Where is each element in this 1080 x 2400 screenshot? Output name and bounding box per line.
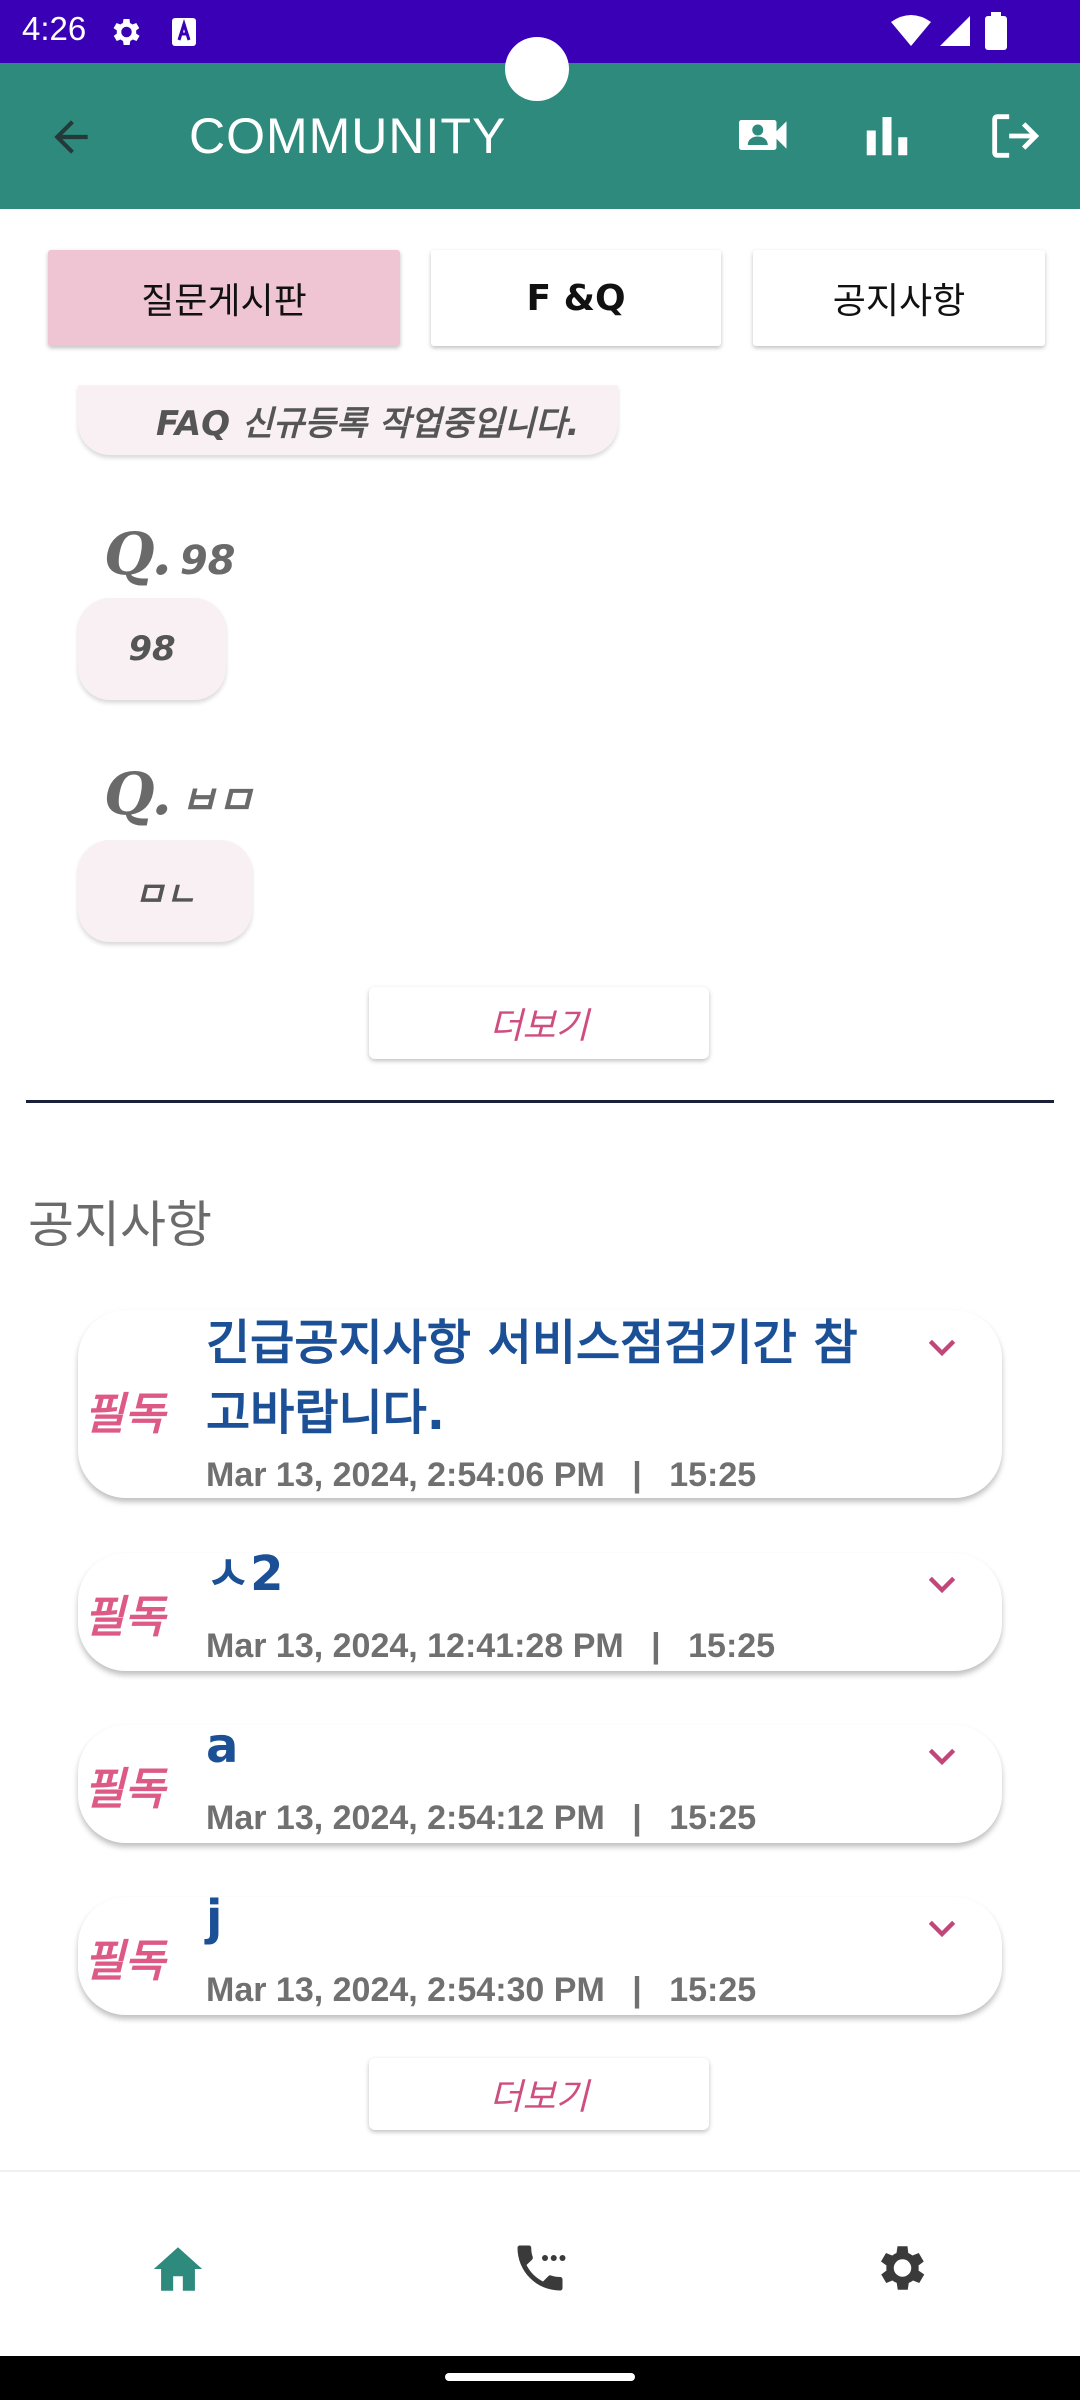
- notice-card[interactable]: 필독 긴급공지사항 서비스점검기간 참고바랍니다. Mar 13, 2024, …: [78, 1310, 1002, 1498]
- status-time: 4:26: [22, 10, 87, 47]
- chevron-down-icon[interactable]: [922, 1565, 962, 1605]
- faq-answer-text: FAQ 신규등록 작업중입니다.: [156, 403, 580, 444]
- phone-icon[interactable]: [510, 2238, 570, 2298]
- notice-title: 긴급공지사항 서비스점검기간 참고바랍니다.: [206, 1315, 858, 1441]
- must-read-badge: 필독: [84, 1936, 165, 1987]
- chevron-down-icon[interactable]: [922, 1909, 962, 1949]
- notice-date: Mar 13, 2024, 2:54:06 PM: [206, 1456, 605, 1494]
- tab-notices[interactable]: 공지사항: [753, 250, 1045, 346]
- meta-separator: |: [632, 1799, 642, 1837]
- meta-separator: |: [632, 1456, 642, 1494]
- page-title: COMMUNITY: [189, 108, 507, 164]
- more-label: 더보기: [489, 2077, 589, 2118]
- notice-date: Mar 13, 2024, 2:54:30 PM: [206, 1971, 605, 2009]
- faq-question[interactable]: Q. 98: [104, 520, 236, 588]
- notice-meta: Mar 13, 2024, 12:41:28 PM | 15:25: [206, 1627, 775, 1666]
- faq-answer-bubble: FAQ 신규등록 작업중입니다.: [78, 385, 618, 455]
- faq-answer-bubble: 98: [78, 598, 226, 700]
- notices-more-button[interactable]: 더보기: [369, 2058, 709, 2130]
- meta-separator: |: [632, 1971, 642, 2009]
- notice-title: ㅅ2: [206, 1546, 284, 1602]
- meta-separator: |: [651, 1627, 661, 1665]
- notice-time: 15:25: [669, 1971, 757, 2009]
- tab-label: 질문게시판: [141, 281, 307, 322]
- notice-time: 15:25: [669, 1799, 757, 1837]
- notice-time: 15:25: [669, 1456, 757, 1494]
- notice-card[interactable]: 필독 ㅅ2 Mar 13, 2024, 12:41:28 PM | 15:25: [78, 1546, 1002, 1671]
- home-gesture-pill[interactable]: [445, 2373, 635, 2381]
- tab-label: F &Q: [526, 277, 626, 319]
- video-user-icon[interactable]: [734, 105, 794, 165]
- notice-meta: Mar 13, 2024, 2:54:30 PM | 15:25: [206, 1971, 756, 2010]
- camera-cutout: [505, 37, 569, 101]
- notices-section-title: 공지사항: [28, 1196, 212, 1254]
- faq-q-prefix: Q.: [104, 760, 172, 828]
- chevron-down-icon[interactable]: [922, 1737, 962, 1777]
- tab-faq[interactable]: F &Q: [431, 250, 721, 346]
- faq-answer-text: 98: [128, 629, 176, 669]
- battery-icon: [985, 12, 1007, 50]
- must-read-badge: 필독: [84, 1389, 165, 1440]
- signal-icon: [940, 16, 970, 46]
- chevron-down-icon[interactable]: [922, 1328, 962, 1368]
- accessibility-status-icon: [172, 18, 196, 46]
- more-label: 더보기: [489, 1006, 589, 1047]
- tab-label: 공지사항: [832, 281, 966, 322]
- section-divider: [26, 1100, 1054, 1103]
- must-read-badge: 필독: [84, 1764, 165, 1815]
- tab-question-board[interactable]: 질문게시판: [48, 250, 400, 346]
- faq-more-button[interactable]: 더보기: [369, 987, 709, 1059]
- faq-answer-bubble: ㅁㄴ: [78, 840, 252, 942]
- faq-question-text: ㅂㅁ: [179, 778, 254, 824]
- faq-question[interactable]: Q. ㅂㅁ: [104, 760, 253, 828]
- notice-card[interactable]: 필독 j Mar 13, 2024, 2:54:30 PM | 15:25: [78, 1890, 1002, 2015]
- faq-question-text: 98: [179, 538, 236, 584]
- bar-chart-icon[interactable]: [860, 108, 914, 162]
- settings-icon[interactable]: [870, 2238, 930, 2298]
- home-icon[interactable]: [149, 2240, 207, 2298]
- notice-title: j: [206, 1890, 223, 1946]
- faq-answer-text: ㅁㄴ: [133, 874, 197, 915]
- notice-meta: Mar 13, 2024, 2:54:12 PM | 15:25: [206, 1799, 756, 1838]
- notice-date: Mar 13, 2024, 12:41:28 PM: [206, 1627, 624, 1665]
- back-arrow-icon[interactable]: [46, 112, 96, 162]
- settings-status-icon: [113, 18, 140, 46]
- logout-icon[interactable]: [985, 107, 1043, 165]
- notice-time: 15:25: [688, 1627, 776, 1665]
- notice-meta: Mar 13, 2024, 2:54:06 PM | 15:25: [206, 1456, 756, 1495]
- must-read-badge: 필독: [84, 1592, 165, 1643]
- faq-q-prefix: Q.: [104, 520, 172, 588]
- notice-card[interactable]: 필독 a Mar 13, 2024, 2:54:12 PM | 15:25: [78, 1718, 1002, 1843]
- notice-date: Mar 13, 2024, 2:54:12 PM: [206, 1799, 605, 1837]
- notice-title: a: [206, 1718, 239, 1774]
- bottom-navigation: [0, 2170, 1080, 2358]
- wifi-icon: [891, 15, 931, 46]
